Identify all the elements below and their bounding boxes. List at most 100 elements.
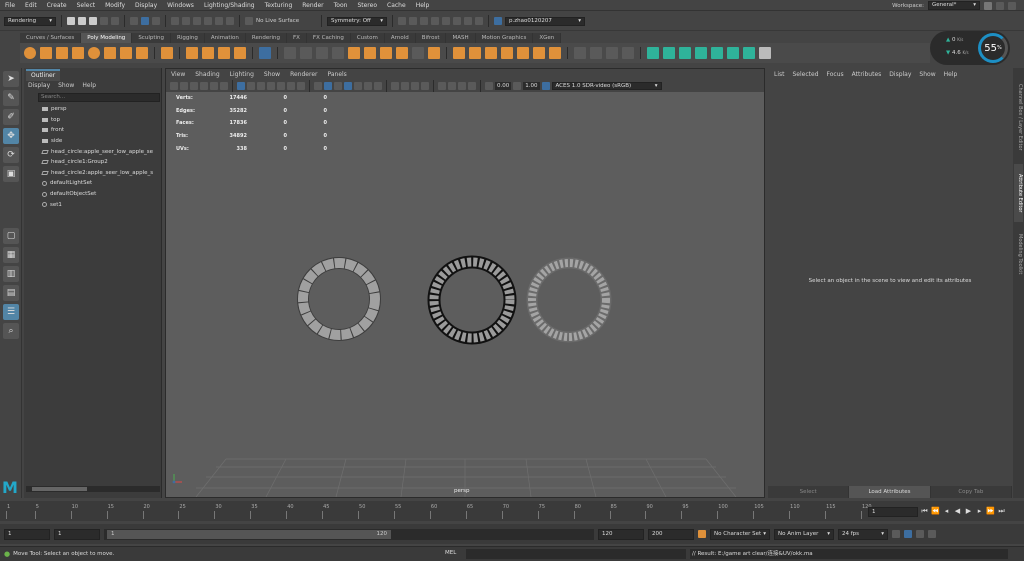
- pinch-icon[interactable]: [622, 47, 634, 59]
- append-icon[interactable]: [428, 47, 440, 59]
- attr-menu-selected[interactable]: Selected: [793, 71, 819, 78]
- svg-icon[interactable]: [234, 47, 246, 59]
- pause-icon[interactable]: [464, 17, 472, 25]
- mel-command-input[interactable]: [466, 549, 686, 559]
- grease-pencil-icon[interactable]: [220, 81, 228, 90]
- offset-loop-icon[interactable]: [549, 47, 561, 59]
- shelf-tab-fx-caching[interactable]: FX Caching: [306, 33, 351, 43]
- fps-dropdown[interactable]: 24 fps ▾: [838, 528, 888, 540]
- script-language-toggle[interactable]: MEL: [445, 550, 456, 556]
- scale-tool-icon[interactable]: ▣: [3, 166, 19, 182]
- step-forward-frame-icon[interactable]: ▸: [975, 506, 984, 516]
- snap-point-icon[interactable]: [193, 17, 201, 25]
- edge-loop-icon[interactable]: [517, 47, 529, 59]
- gate-mask-icon[interactable]: [267, 81, 275, 90]
- snap-surface-icon[interactable]: [215, 17, 223, 25]
- four-pane-layout-icon[interactable]: ▦: [3, 247, 19, 263]
- film-gate-icon[interactable]: [247, 81, 255, 90]
- poly-cone-icon[interactable]: [72, 47, 84, 59]
- smooth-icon[interactable]: [316, 47, 328, 59]
- mirror-icon[interactable]: [348, 47, 360, 59]
- animation-end-field[interactable]: 200: [648, 528, 694, 540]
- tab-channel-box[interactable]: Channel Box / Layer Editor: [1014, 72, 1023, 162]
- outliner-item-persp[interactable]: persp: [24, 104, 162, 115]
- uv-editor-icon[interactable]: [259, 47, 271, 59]
- snap-view-icon[interactable]: [204, 17, 212, 25]
- step-back-frame-icon[interactable]: ◂: [942, 506, 951, 516]
- shelf-tab-mash[interactable]: MASH: [446, 33, 476, 43]
- load-attributes-button[interactable]: Load Attributes: [849, 486, 931, 498]
- quad-draw-icon[interactable]: [501, 47, 513, 59]
- poly-sphere-icon[interactable]: [24, 47, 36, 59]
- select-component-icon[interactable]: [152, 17, 160, 25]
- extrude-icon[interactable]: [364, 47, 376, 59]
- colorspace-dropdown[interactable]: ACES 1.0 SDR-video (sRGB) ▾: [551, 81, 662, 90]
- attr-menu-display[interactable]: Display: [889, 71, 911, 78]
- shelf-tab-rendering[interactable]: Rendering: [245, 33, 287, 43]
- auto-key-icon[interactable]: [698, 530, 706, 538]
- stop-icon[interactable]: [475, 17, 483, 25]
- outliner-menu-help[interactable]: Help: [82, 82, 96, 89]
- outliner-item-side[interactable]: side: [24, 136, 162, 147]
- torus-object-left[interactable]: [297, 257, 381, 341]
- shelf-tab-bifrost[interactable]: Bifrost: [415, 33, 447, 43]
- exposure-field[interactable]: 0.00: [495, 81, 512, 90]
- uv-layout-icon[interactable]: [727, 47, 739, 59]
- color-management-icon[interactable]: [541, 81, 550, 90]
- step-back-key-icon[interactable]: ⏪: [931, 506, 940, 516]
- animation-preferences-icon[interactable]: [928, 530, 936, 538]
- menu-cache[interactable]: Cache: [382, 0, 411, 11]
- poly-cube-icon[interactable]: [40, 47, 52, 59]
- isolate-select-icon[interactable]: [438, 81, 446, 90]
- combine-icon[interactable]: [284, 47, 296, 59]
- select-camera-icon[interactable]: [170, 81, 178, 90]
- wireframe-on-shaded-icon[interactable]: [344, 81, 352, 90]
- time-slider[interactable]: 1 5 10 15 20 25 30 35 40 45 50 55 60 65 70 75 80 85 90 95 10…: [0, 501, 1024, 521]
- live-surface-label[interactable]: No Live Surface: [256, 18, 316, 24]
- shelf-tab-curves-surfaces[interactable]: Curves / Surfaces: [20, 33, 82, 43]
- attr-menu-attributes[interactable]: Attributes: [852, 71, 882, 78]
- shelf-tab-arnold[interactable]: Arnold: [384, 33, 416, 43]
- lasso-tool-icon[interactable]: ✎: [3, 90, 19, 106]
- select-tool-icon[interactable]: ➤: [3, 71, 19, 87]
- outliner-item-front[interactable]: front: [24, 125, 162, 136]
- poly-disc-icon[interactable]: [120, 47, 132, 59]
- poly-torus-icon[interactable]: [88, 47, 100, 59]
- viewport-menu-view[interactable]: View: [171, 71, 185, 78]
- viewport-menu-shading[interactable]: Shading: [195, 71, 219, 78]
- zoom-icon[interactable]: ⌕: [3, 323, 19, 339]
- save-scene-icon[interactable]: [89, 17, 97, 25]
- menu-help[interactable]: Help: [411, 0, 435, 11]
- playback-start-field[interactable]: 1: [54, 528, 100, 540]
- redo-icon[interactable]: [111, 17, 119, 25]
- playback-end-field[interactable]: 120: [598, 528, 644, 540]
- boolean-icon[interactable]: [332, 47, 344, 59]
- target-weld-icon[interactable]: [469, 47, 481, 59]
- side-by-side-layout-icon[interactable]: ▥: [3, 266, 19, 282]
- poly-type-icon[interactable]: [202, 47, 214, 59]
- outliner-item-default-object-set[interactable]: defaultObjectSet: [24, 189, 162, 200]
- 2d-pan-zoom-icon[interactable]: [210, 81, 218, 90]
- shelf-tab-rigging[interactable]: Rigging: [171, 33, 205, 43]
- uv-automatic-icon[interactable]: [695, 47, 707, 59]
- sound-icon[interactable]: [916, 530, 924, 538]
- attr-menu-help[interactable]: Help: [944, 71, 958, 78]
- anim-layer-dropdown[interactable]: No Anim Layer ▾: [774, 528, 834, 540]
- xray-joints-icon[interactable]: [458, 81, 466, 90]
- move-tool-icon[interactable]: ✥: [3, 128, 19, 144]
- poly-plane-icon[interactable]: [104, 47, 116, 59]
- sculpt-icon[interactable]: [574, 47, 586, 59]
- menu-display[interactable]: Display: [130, 0, 162, 11]
- grid-icon[interactable]: [237, 81, 245, 90]
- motion-blur-icon[interactable]: [401, 81, 409, 90]
- outliner-search-input[interactable]: Search...: [38, 93, 160, 102]
- twisted-torus-object-middle[interactable]: [427, 255, 517, 345]
- symmetry-dropdown[interactable]: Symmetry: Off ▾: [327, 16, 387, 26]
- platonic-solid-icon[interactable]: [136, 47, 148, 59]
- go-to-end-icon[interactable]: ⏭: [997, 506, 1006, 516]
- user-account-dropdown[interactable]: p.zhao0120207 ▾: [505, 16, 585, 26]
- poly-cylinder-icon[interactable]: [56, 47, 68, 59]
- outliner-menu-show[interactable]: Show: [58, 82, 74, 89]
- shelf-tab-animation[interactable]: Animation: [204, 33, 246, 43]
- exposure-icon[interactable]: [485, 81, 493, 90]
